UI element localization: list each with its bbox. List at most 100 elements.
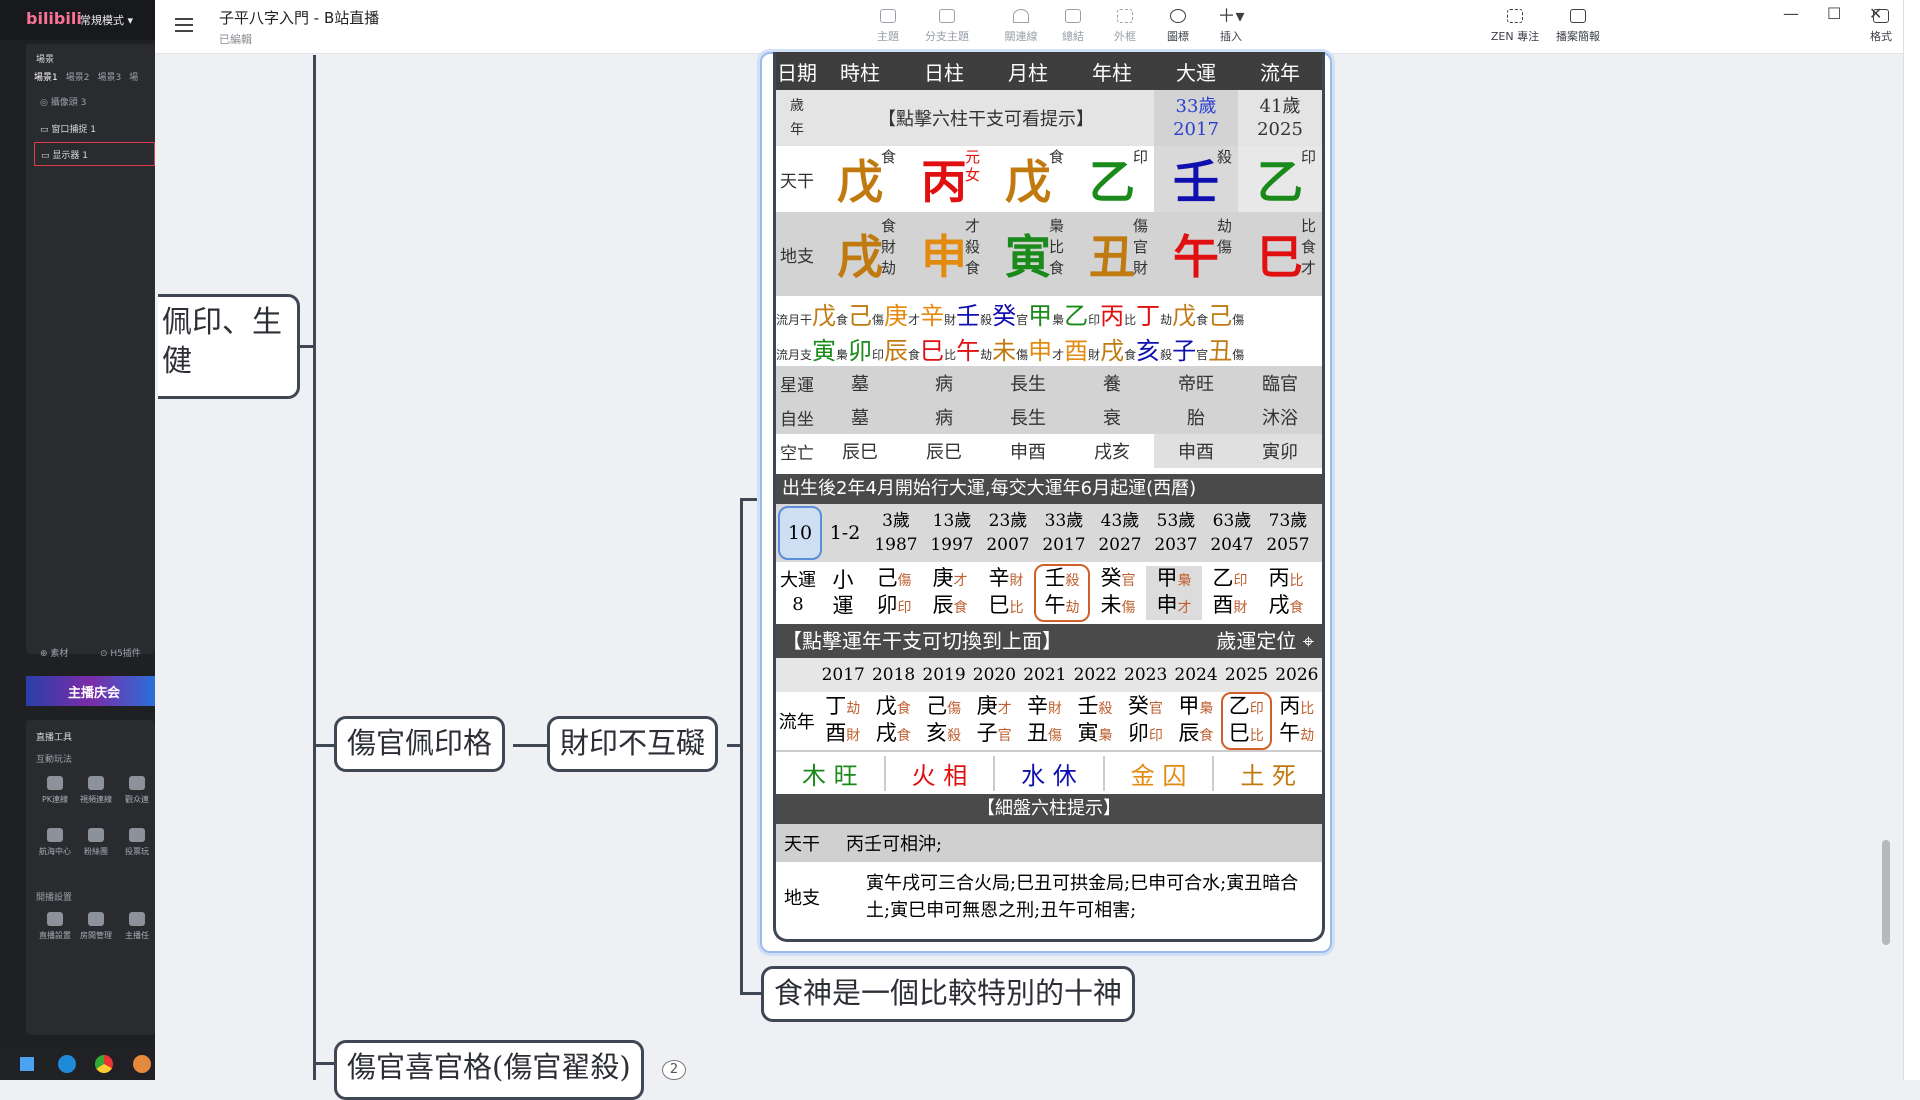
bazi-card[interactable]: 日期 時柱 日柱 月柱 年柱 大運 流年 歲 年 【點擊六柱干支可看提示】 33歲 2017 … — [773, 52, 1325, 942]
materials-link[interactable]: ⊕ 素材 — [40, 646, 68, 659]
anchor-banner[interactable]: 主播庆会 — [26, 676, 155, 706]
flow-char[interactable]: 亥 — [1136, 337, 1160, 365]
mode-dropdown[interactable]: 常規模式 ▾ — [80, 12, 133, 28]
flow-char[interactable]: 甲 — [1028, 302, 1052, 330]
anchor-task-tool[interactable]: 主播任 — [118, 912, 156, 941]
flow-char[interactable]: 卯 — [848, 337, 872, 365]
liunian-pillar[interactable]: 癸官 卯印 — [1120, 694, 1170, 748]
flow-char[interactable]: 壬 — [956, 302, 980, 330]
menu-icon[interactable] — [175, 18, 193, 32]
liunian-pillar[interactable]: 甲梟 辰食 — [1171, 694, 1221, 748]
flow-char[interactable]: 辰 — [884, 337, 908, 365]
flow-char[interactable]: 癸 — [992, 302, 1016, 330]
dayun-pillar[interactable]: 丙比 戌食 — [1258, 566, 1314, 620]
dayun-age-cell[interactable]: 73歲 2057 — [1260, 509, 1316, 557]
tiangan-cell[interactable]: 丙元 女 — [902, 146, 986, 212]
relationship-button[interactable]: 關連線 — [998, 9, 1044, 44]
dayun-age-cell[interactable]: 13歲 1997 — [924, 509, 980, 557]
dizhi-cell[interactable]: 申才 殺 食 — [902, 212, 986, 296]
dayun-pillar[interactable]: 甲梟 申才 — [1146, 566, 1202, 620]
liunian-pillar[interactable]: 庚才 子官 — [969, 694, 1019, 748]
dayun-pillar[interactable]: 癸官 未傷 — [1090, 566, 1146, 620]
topic-button[interactable]: 主題 — [865, 9, 911, 44]
dayun-current[interactable]: 33歲 2017 — [1154, 90, 1238, 146]
xiaoyun-label[interactable]: 小 運 — [820, 567, 866, 619]
boundary-button[interactable]: 外框 — [1102, 9, 1148, 44]
minimize-icon[interactable]: — — [1783, 4, 1799, 23]
dayun-age-cell[interactable]: 10 — [778, 506, 822, 560]
chrome-icon[interactable] — [95, 1055, 113, 1073]
dayun-pillar[interactable]: 乙印 酉財 — [1202, 566, 1258, 620]
live-settings-tool[interactable]: 直播設置 — [36, 912, 74, 941]
click-hint[interactable]: 【點擊六柱干支可看提示】 — [818, 90, 1154, 146]
liunian-current[interactable]: 41歲 2025 — [1238, 90, 1322, 146]
dizhi-cell[interactable]: 巳比 食 才 — [1238, 212, 1322, 296]
pk-tool[interactable]: PK連線 — [36, 776, 74, 805]
flow-char[interactable]: 戌 — [1100, 337, 1124, 365]
locate-button[interactable]: 歲運定位 ⌖ — [1216, 624, 1314, 658]
zen-button[interactable]: ZEN 專注 — [1485, 9, 1545, 44]
mindmap-node-shangguan[interactable]: 傷官佩印格 — [334, 716, 506, 772]
tiangan-cell[interactable]: 戊食 — [986, 146, 1070, 212]
vote-tool[interactable]: 投票玩 — [118, 828, 156, 857]
h5-plugin-link[interactable]: ⊙ H5插件 — [100, 646, 141, 659]
flow-char[interactable]: 酉 — [1064, 337, 1088, 365]
liunian-pillar[interactable]: 丙比 午劫 — [1272, 694, 1322, 748]
flow-char[interactable]: 寅 — [812, 337, 836, 365]
flow-char[interactable]: 己 — [1208, 302, 1232, 330]
flow-char[interactable]: 己 — [848, 302, 872, 330]
flow-char[interactable]: 乙 — [1064, 302, 1088, 330]
dayun-pillar[interactable]: 己傷 卯印 — [866, 566, 922, 620]
dizhi-cell[interactable]: 丑傷 官 財 — [1070, 212, 1154, 296]
flow-char[interactable]: 戊 — [1172, 302, 1196, 330]
flow-char[interactable]: 丙 — [1100, 302, 1124, 330]
dayun-age-cell[interactable]: 53歲 2037 — [1148, 509, 1204, 557]
fan-club-tool[interactable]: 粉絲團 — [77, 828, 115, 857]
flow-char[interactable]: 丑 — [1208, 337, 1232, 365]
liunian-pillar[interactable]: 丁劫 酉財 — [818, 694, 868, 748]
liunian-pillar[interactable]: 辛財 丑傷 — [1019, 694, 1069, 748]
tiangan-cell[interactable]: 乙印 — [1070, 146, 1154, 212]
audience-link-tool[interactable]: 觀众連 — [118, 776, 156, 805]
vertical-scrollbar[interactable] — [1882, 840, 1890, 945]
dayun-age-cell[interactable]: 63歲 2047 — [1204, 509, 1260, 557]
source-camera[interactable]: ◎ 攝像頭 3 — [40, 95, 86, 108]
switch-hint[interactable]: 【點擊運年干支可切換到上面】 — [782, 624, 1062, 658]
edge-icon[interactable] — [58, 1055, 76, 1073]
voyage-tool[interactable]: 航海中心 — [36, 828, 74, 857]
dayun-pillar[interactable]: 辛財 巳比 — [978, 566, 1034, 620]
mindmap-node-left[interactable]: 佩印、生 健 — [158, 294, 300, 399]
insert-button[interactable]: ＋▾ 插入 — [1208, 8, 1254, 44]
room-manage-tool[interactable]: 房間管理 — [77, 912, 115, 941]
flow-char[interactable]: 庚 — [884, 302, 908, 330]
flow-char[interactable]: 丁 — [1136, 302, 1160, 330]
mindmap-node-bottom[interactable]: 傷官喜官格(傷官翟殺) — [334, 1040, 644, 1100]
presentation-button[interactable]: 播案簡報 — [1548, 9, 1608, 44]
tab-scene-3[interactable]: 場景3 — [97, 70, 121, 83]
dayun-pillar[interactable]: 庚才 辰食 — [922, 566, 978, 620]
tiangan-cell[interactable]: 壬殺 — [1154, 146, 1238, 212]
tab-scene-1[interactable]: 場景1 — [34, 70, 58, 83]
video-link-tool[interactable]: 視頻連線 — [77, 776, 115, 805]
flow-char[interactable]: 巳 — [920, 337, 944, 365]
mindmap-node-caiyin[interactable]: 財印不互礙 — [547, 716, 719, 772]
flow-char[interactable]: 戊 — [812, 302, 836, 330]
source-window-capture[interactable]: ▭ 窗口捕捉 1 — [40, 122, 96, 135]
dayun-age-cell[interactable]: 1-2 — [822, 521, 868, 545]
dizhi-cell[interactable]: 寅梟 比 食 — [986, 212, 1070, 296]
flow-char[interactable]: 午 — [956, 337, 980, 365]
source-display[interactable]: ▭ 显示器 1 — [34, 142, 155, 166]
dayun-age-cell[interactable]: 23歲 2007 — [980, 509, 1036, 557]
dayun-pillar[interactable]: 壬殺 午劫 — [1034, 564, 1090, 622]
flow-char[interactable]: 子 — [1172, 337, 1196, 365]
liunian-pillar[interactable]: 乙印 巳比 — [1221, 692, 1272, 750]
mindmap-node-shishen[interactable]: 食神是一個比較特別的十神 — [761, 966, 1136, 1022]
summary-button[interactable]: 總結 — [1050, 9, 1096, 44]
liunian-pillar[interactable]: 戊食 戌食 — [868, 694, 918, 748]
liunian-pillar[interactable]: 壬殺 寅梟 — [1070, 694, 1120, 748]
flow-char[interactable]: 申 — [1028, 337, 1052, 365]
app-icon[interactable] — [133, 1055, 151, 1073]
liunian-pillar[interactable]: 己傷 亥殺 — [918, 694, 968, 748]
flow-char[interactable]: 未 — [992, 337, 1016, 365]
tab-scene-2[interactable]: 場景2 — [66, 70, 90, 83]
